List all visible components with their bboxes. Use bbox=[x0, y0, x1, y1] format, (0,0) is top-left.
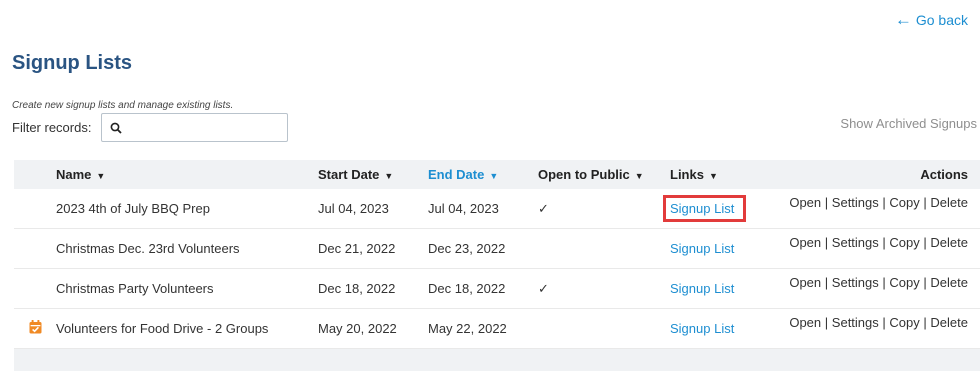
action-separator: | bbox=[825, 235, 828, 250]
row-start-date: Dec 18, 2022 bbox=[318, 269, 428, 309]
row-start-date: Dec 21, 2022 bbox=[318, 229, 428, 269]
filter-input[interactable] bbox=[126, 119, 280, 136]
column-header-end-date[interactable]: End Date▼ bbox=[428, 160, 538, 189]
row-links-cell: Signup List bbox=[670, 189, 770, 229]
row-end-date: May 22, 2022 bbox=[428, 309, 538, 349]
table-row: 2023 4th of July BBQ Prep Jul 04, 2023 J… bbox=[14, 189, 980, 229]
column-header-name[interactable]: Name▼ bbox=[56, 160, 318, 189]
action-separator: | bbox=[882, 195, 885, 210]
row-actions-cell: Open | Settings | Copy | Delete bbox=[770, 309, 980, 349]
column-header-links[interactable]: Links▼ bbox=[670, 160, 770, 189]
row-name: Christmas Dec. 23rd Volunteers bbox=[56, 229, 318, 269]
caret-down-icon: ▼ bbox=[635, 171, 644, 181]
copy-action-link[interactable]: Copy bbox=[889, 275, 919, 290]
calendar-check-icon bbox=[29, 320, 42, 334]
action-separator: | bbox=[882, 235, 885, 250]
row-open-to-public: ✓ bbox=[538, 269, 670, 309]
caret-down-icon: ▼ bbox=[709, 171, 718, 181]
row-open-to-public bbox=[538, 229, 670, 269]
row-end-date: Jul 04, 2023 bbox=[428, 189, 538, 229]
go-back-link[interactable]: ← Go back bbox=[895, 12, 968, 28]
open-action-link[interactable]: Open bbox=[789, 315, 821, 330]
table-header-row: Name▼ Start Date▼ End Date▼ Open to Publ… bbox=[14, 160, 980, 189]
column-header-open-to-public[interactable]: Open to Public▼ bbox=[538, 160, 670, 189]
settings-action-link[interactable]: Settings bbox=[832, 195, 879, 210]
copy-action-link[interactable]: Copy bbox=[889, 195, 919, 210]
settings-action-link[interactable]: Settings bbox=[832, 275, 879, 290]
icon-column-header bbox=[14, 160, 56, 189]
row-name: Christmas Party Volunteers bbox=[56, 269, 318, 309]
page-title: Signup Lists bbox=[12, 52, 132, 75]
row-actions-cell: Open | Settings | Copy | Delete bbox=[770, 269, 980, 309]
settings-action-link[interactable]: Settings bbox=[832, 315, 879, 330]
row-icon-cell bbox=[14, 269, 56, 309]
delete-action-link[interactable]: Delete bbox=[930, 235, 968, 250]
copy-action-link[interactable]: Copy bbox=[889, 315, 919, 330]
caret-down-icon: ▼ bbox=[489, 171, 498, 181]
open-action-link[interactable]: Open bbox=[789, 235, 821, 250]
go-back-label: Go back bbox=[916, 12, 968, 28]
show-archived-button[interactable]: Show Archived Signups bbox=[840, 116, 977, 131]
action-separator: | bbox=[923, 275, 926, 290]
delete-action-link[interactable]: Delete bbox=[930, 195, 968, 210]
open-action-link[interactable]: Open bbox=[789, 195, 821, 210]
row-links-cell: Signup List bbox=[670, 309, 770, 349]
page-description: Create new signup lists and manage exist… bbox=[12, 100, 233, 111]
row-open-to-public bbox=[538, 309, 670, 349]
table-row: Christmas Party Volunteers Dec 18, 2022 … bbox=[14, 269, 980, 309]
row-start-date: Jul 04, 2023 bbox=[318, 189, 428, 229]
action-separator: | bbox=[825, 195, 828, 210]
row-end-date: Dec 18, 2022 bbox=[428, 269, 538, 309]
row-actions-cell: Open | Settings | Copy | Delete bbox=[770, 229, 980, 269]
signup-list-link[interactable]: Signup List bbox=[670, 241, 734, 256]
column-header-actions: Actions bbox=[770, 160, 980, 189]
filter-search-box[interactable] bbox=[101, 113, 288, 142]
row-icon-cell bbox=[14, 189, 56, 229]
action-separator: | bbox=[923, 235, 926, 250]
action-separator: | bbox=[825, 315, 828, 330]
table-row: Christmas Dec. 23rd Volunteers Dec 21, 2… bbox=[14, 229, 980, 269]
row-actions-cell: Open | Settings | Copy | Delete bbox=[770, 189, 980, 229]
signup-lists-table: Name▼ Start Date▼ End Date▼ Open to Publ… bbox=[14, 160, 980, 371]
delete-action-link[interactable]: Delete bbox=[930, 275, 968, 290]
action-separator: | bbox=[882, 275, 885, 290]
copy-action-link[interactable]: Copy bbox=[889, 235, 919, 250]
delete-action-link[interactable]: Delete bbox=[930, 315, 968, 330]
row-icon-cell bbox=[14, 309, 56, 349]
row-end-date: Dec 23, 2022 bbox=[428, 229, 538, 269]
checkmark-icon: ✓ bbox=[538, 201, 549, 216]
signup-list-link[interactable]: Signup List bbox=[670, 321, 734, 336]
signup-list-link[interactable]: Signup List bbox=[670, 281, 734, 296]
action-separator: | bbox=[923, 315, 926, 330]
row-start-date: May 20, 2022 bbox=[318, 309, 428, 349]
checkmark-icon: ✓ bbox=[538, 281, 549, 296]
table-row: Volunteers for Food Drive - 2 Groups May… bbox=[14, 309, 980, 349]
table-footer-row bbox=[14, 349, 980, 371]
caret-down-icon: ▼ bbox=[96, 171, 105, 181]
row-open-to-public: ✓ bbox=[538, 189, 670, 229]
column-header-start-date[interactable]: Start Date▼ bbox=[318, 160, 428, 189]
row-name: 2023 4th of July BBQ Prep bbox=[56, 189, 318, 229]
search-icon bbox=[110, 122, 122, 134]
action-separator: | bbox=[923, 195, 926, 210]
row-links-cell: Signup List bbox=[670, 269, 770, 309]
row-links-cell: Signup List bbox=[670, 229, 770, 269]
arrow-left-icon: ← bbox=[895, 13, 912, 27]
signup-list-link-highlighted[interactable]: Signup List bbox=[663, 195, 746, 222]
row-icon-cell bbox=[14, 229, 56, 269]
open-action-link[interactable]: Open bbox=[789, 275, 821, 290]
settings-action-link[interactable]: Settings bbox=[832, 235, 879, 250]
action-separator: | bbox=[882, 315, 885, 330]
filter-label: Filter records: bbox=[12, 120, 91, 135]
row-name: Volunteers for Food Drive - 2 Groups bbox=[56, 309, 318, 349]
caret-down-icon: ▼ bbox=[384, 171, 393, 181]
action-separator: | bbox=[825, 275, 828, 290]
